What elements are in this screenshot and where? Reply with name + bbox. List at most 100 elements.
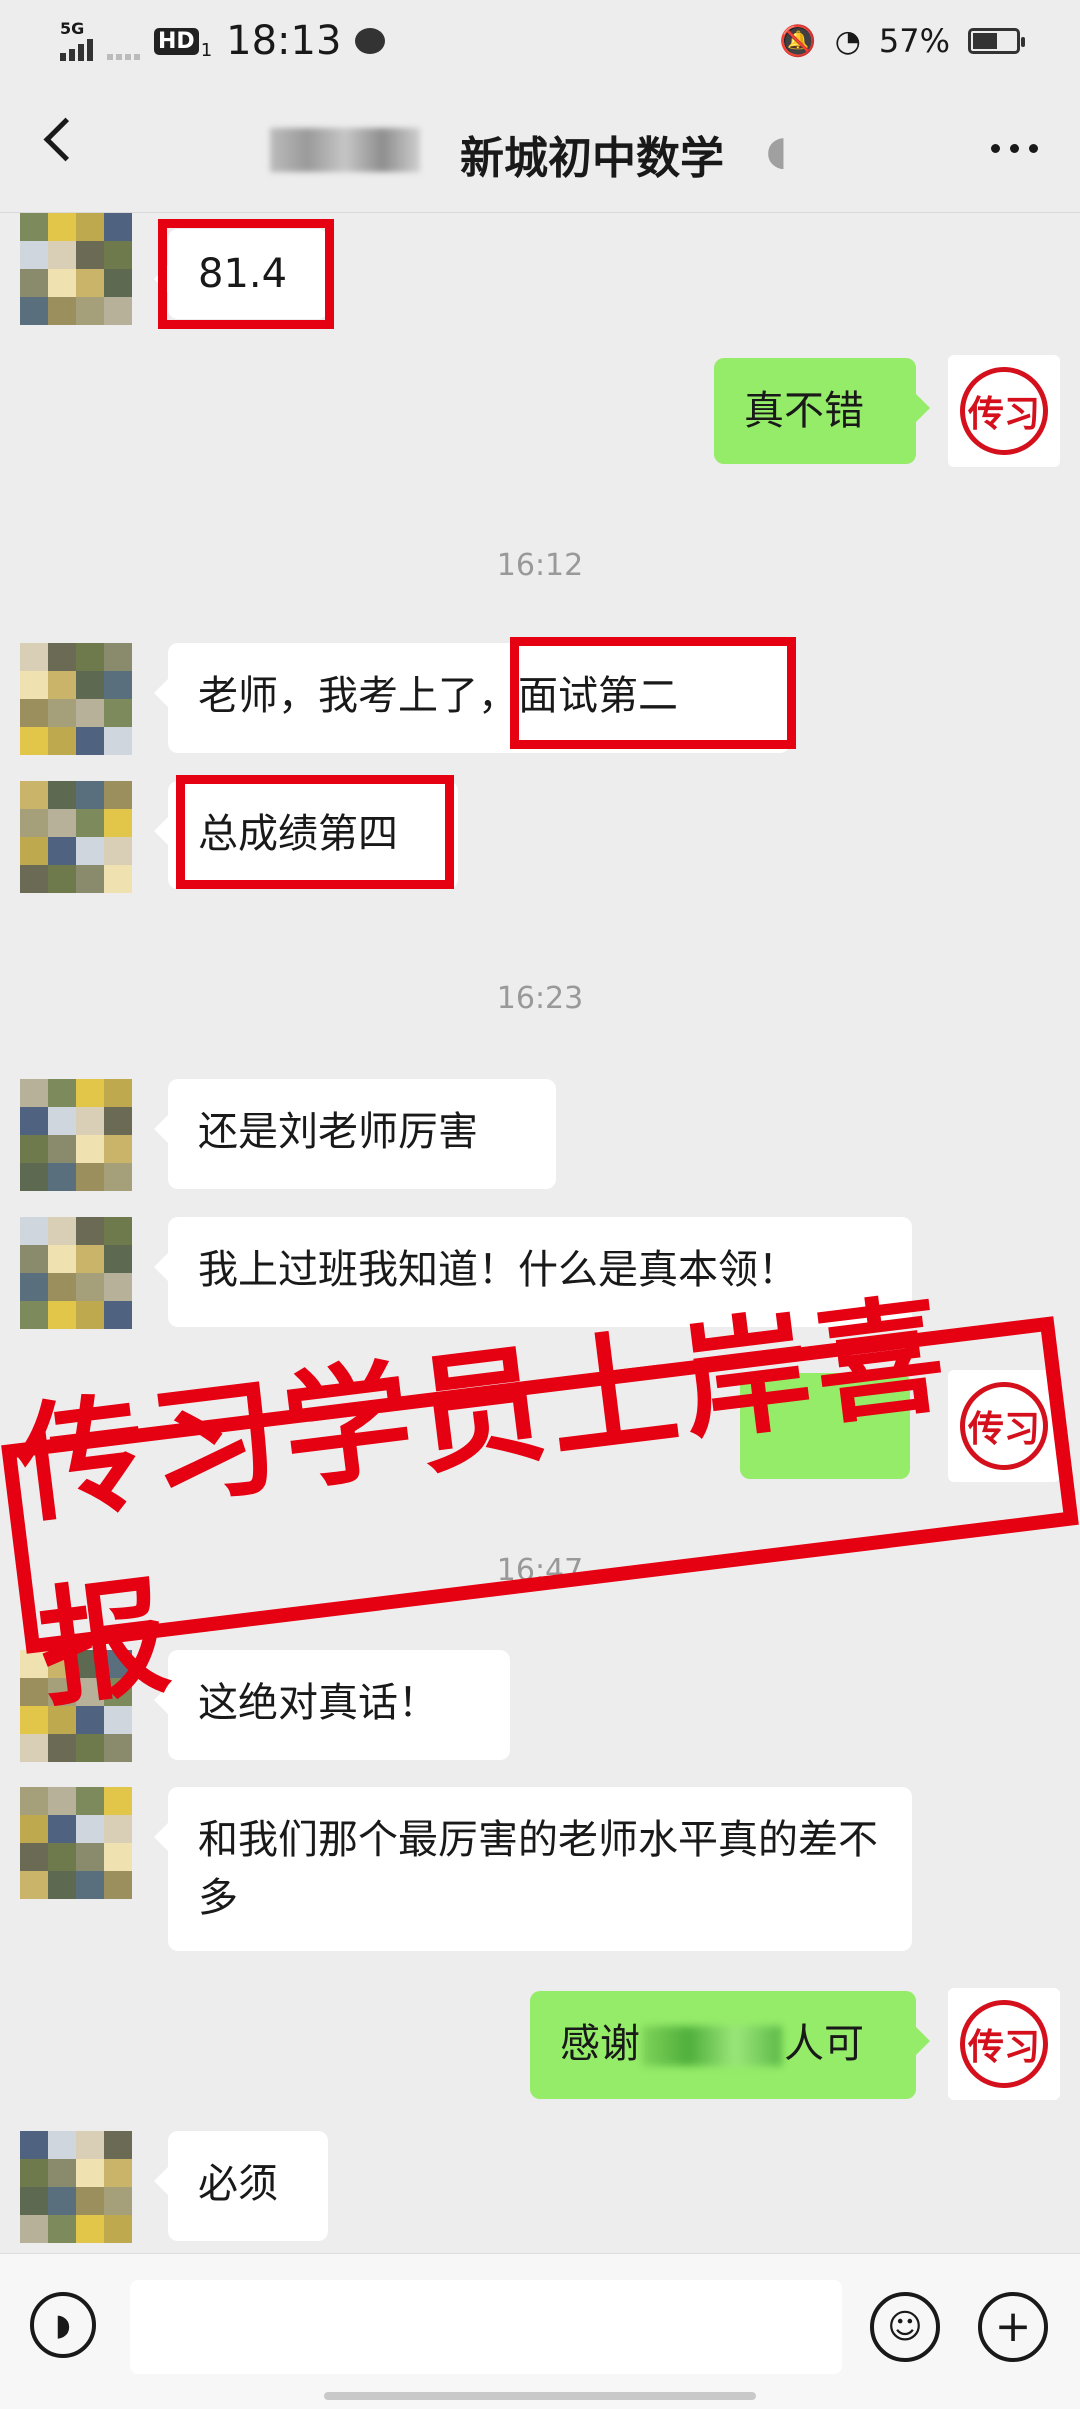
more-icon[interactable]: [991, 144, 1038, 153]
message-bubble[interactable]: 感谢 人可: [530, 1991, 930, 2099]
avatar-pixel: [104, 1079, 132, 1107]
success-banner: 传习学员上岸喜报: [1, 1280, 1079, 1726]
message-input[interactable]: [130, 2280, 842, 2374]
avatar[interactable]: [20, 213, 132, 325]
avatar-pixel: [20, 809, 48, 837]
avatar-pixel: [48, 1135, 76, 1163]
avatar[interactable]: [20, 2131, 132, 2243]
avatar[interactable]: [20, 643, 132, 755]
avatar-pixel: [104, 865, 132, 893]
message-text: 感谢: [560, 2021, 640, 2067]
avatar-pixel: [20, 1787, 48, 1815]
avatar-pixel: [76, 727, 104, 755]
status-time: 18:13: [226, 18, 342, 64]
avatar-pixel: [76, 809, 104, 837]
battery-icon: [968, 28, 1025, 54]
emoji-icon[interactable]: ☺: [870, 2292, 940, 2362]
wifi-icon: ◔: [834, 23, 861, 59]
timestamp: 16:12: [496, 548, 584, 583]
avatar-pixel: [48, 1273, 76, 1301]
avatar-pixel: [76, 269, 104, 297]
avatar[interactable]: [20, 1787, 132, 1899]
avatar-pixel: [48, 865, 76, 893]
avatar-pixel: [76, 2159, 104, 2187]
avatar[interactable]: [20, 781, 132, 893]
message-text: 和我们那个最厉害的老师水平真的差不多: [198, 1817, 878, 1921]
avatar-pixel: [20, 269, 48, 297]
seal-logo: 传习: [960, 2000, 1048, 2088]
avatar-pixel: [104, 241, 132, 269]
avatar-pixel: [20, 1135, 48, 1163]
status-bar: 5G HD 1 18:13 🔕 ◔ 57%: [0, 0, 1080, 86]
avatar-pixel: [76, 1871, 104, 1899]
avatar-pixel: [20, 1107, 48, 1135]
hd-badge: HD: [154, 27, 199, 55]
my-avatar[interactable]: 传习: [948, 355, 1060, 467]
avatar-pixel: [104, 699, 132, 727]
avatar-pixel: [20, 1163, 48, 1191]
avatar-pixel: [48, 213, 76, 241]
avatar-pixel: [104, 1245, 132, 1273]
avatar-pixel: [104, 1163, 132, 1191]
message-text: 必须: [198, 2161, 278, 2207]
avatar-pixel: [20, 1734, 48, 1762]
message-bubble[interactable]: 还是刘老师厉害: [154, 1079, 556, 1189]
avatar-pixel: [48, 781, 76, 809]
avatar-pixel: [104, 1787, 132, 1815]
avatar-pixel: [20, 2187, 48, 2215]
avatar-pixel: [20, 1217, 48, 1245]
avatar-pixel: [76, 1107, 104, 1135]
avatar-pixel: [104, 1815, 132, 1843]
avatar[interactable]: [20, 1079, 132, 1191]
avatar-pixel: [76, 1135, 104, 1163]
avatar-pixel: [76, 643, 104, 671]
message-bubble[interactable]: 真不错: [714, 358, 930, 464]
avatar-pixel: [20, 2159, 48, 2187]
avatar-pixel: [48, 1163, 76, 1191]
avatar-pixel: [48, 1815, 76, 1843]
sim-label: 1: [200, 39, 213, 61]
avatar-pixel: [104, 2215, 132, 2243]
home-indicator: [324, 2392, 756, 2400]
avatar-pixel: [48, 1787, 76, 1815]
avatar-pixel: [76, 1301, 104, 1329]
avatar-pixel: [76, 2131, 104, 2159]
avatar-pixel: [48, 297, 76, 325]
my-avatar[interactable]: 传习: [948, 1988, 1060, 2100]
message-text: 真不错: [744, 388, 864, 434]
avatar-pixel: [104, 1273, 132, 1301]
avatar-pixel: [104, 837, 132, 865]
blurred-name: [270, 128, 420, 172]
highlight-box: [510, 637, 796, 749]
avatar-pixel: [48, 1245, 76, 1273]
avatar-pixel: [104, 1734, 132, 1762]
input-bar: ◗ ☺ +: [0, 2253, 1080, 2409]
avatar-pixel: [20, 865, 48, 893]
avatar-pixel: [48, 837, 76, 865]
avatar-pixel: [104, 1843, 132, 1871]
voice-icon[interactable]: ◗: [30, 2292, 96, 2358]
avatar[interactable]: [20, 1217, 132, 1329]
avatar-pixel: [76, 1217, 104, 1245]
avatar-pixel: [48, 809, 76, 837]
chat-title: 新城初中数学: [460, 133, 724, 184]
chat-area[interactable]: 81.4 真不错 传习 16:12 老师，我考上了，面试第二 总成绩第四 16:…: [0, 213, 1080, 2253]
back-icon[interactable]: [43, 117, 88, 162]
avatar-pixel: [104, 1871, 132, 1899]
message-text: 人可: [784, 2021, 864, 2067]
message-bubble[interactable]: 和我们那个最厉害的老师水平真的差不多: [154, 1787, 912, 1951]
avatar-pixel: [76, 297, 104, 325]
plus-icon[interactable]: +: [978, 2292, 1048, 2362]
avatar-pixel: [20, 1706, 48, 1734]
avatar-pixel: [104, 727, 132, 755]
avatar-pixel: [104, 2131, 132, 2159]
avatar-pixel: [20, 1245, 48, 1273]
avatar-pixel: [48, 671, 76, 699]
avatar-pixel: [48, 643, 76, 671]
signal-icon: 5G: [60, 21, 93, 61]
avatar-pixel: [48, 2187, 76, 2215]
avatar-pixel: [48, 1734, 76, 1762]
message-bubble[interactable]: 必须: [154, 2131, 328, 2241]
avatar-pixel: [48, 727, 76, 755]
avatar-pixel: [76, 837, 104, 865]
